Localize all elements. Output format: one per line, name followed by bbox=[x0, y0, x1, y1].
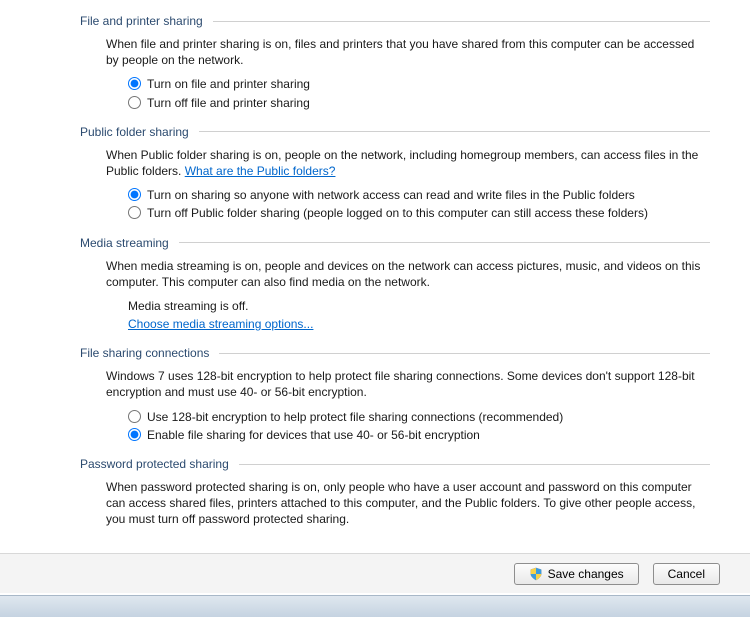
section-description: Windows 7 uses 128-bit encryption to hel… bbox=[106, 368, 710, 400]
section-password-protected-sharing: Password protected sharing When password… bbox=[80, 457, 710, 528]
section-title: Media streaming bbox=[80, 236, 169, 250]
section-heading: File sharing connections bbox=[80, 346, 710, 360]
radio-label[interactable]: Use 128-bit encryption to help protect f… bbox=[147, 409, 563, 425]
radio-label[interactable]: Turn off Public folder sharing (people l… bbox=[147, 205, 648, 221]
section-description: When password protected sharing is on, o… bbox=[106, 479, 710, 528]
radio-label[interactable]: Enable file sharing for devices that use… bbox=[147, 427, 480, 443]
section-heading: Public folder sharing bbox=[80, 125, 710, 139]
radio-public-folder-off[interactable] bbox=[128, 206, 141, 219]
divider bbox=[213, 21, 710, 22]
section-media-streaming: Media streaming When media streaming is … bbox=[80, 236, 710, 333]
link-what-are-public-folders[interactable]: What are the Public folders? bbox=[185, 164, 336, 178]
media-streaming-status: Media streaming is off. bbox=[128, 298, 710, 314]
section-title: Public folder sharing bbox=[80, 125, 189, 139]
radio-label[interactable]: Turn on file and printer sharing bbox=[147, 76, 310, 92]
section-description: When file and printer sharing is on, fil… bbox=[106, 36, 710, 68]
button-bar: Save changes Cancel bbox=[0, 553, 750, 593]
cancel-button[interactable]: Cancel bbox=[653, 563, 720, 585]
radio-file-printer-off[interactable] bbox=[128, 96, 141, 109]
section-file-printer-sharing: File and printer sharing When file and p… bbox=[80, 14, 710, 111]
button-label: Cancel bbox=[668, 567, 705, 581]
radio-encryption-128[interactable] bbox=[128, 410, 141, 423]
radio-file-printer-on[interactable] bbox=[128, 77, 141, 90]
uac-shield-icon bbox=[529, 567, 543, 581]
section-file-sharing-connections: File sharing connections Windows 7 uses … bbox=[80, 346, 710, 443]
button-label: Save changes bbox=[548, 567, 624, 581]
advanced-sharing-settings: File and printer sharing When file and p… bbox=[0, 0, 750, 528]
divider bbox=[199, 131, 710, 132]
section-heading: Media streaming bbox=[80, 236, 710, 250]
divider bbox=[239, 464, 710, 465]
radio-encryption-4056[interactable] bbox=[128, 428, 141, 441]
divider bbox=[179, 242, 710, 243]
radio-label[interactable]: Turn off file and printer sharing bbox=[147, 95, 310, 111]
section-title: Password protected sharing bbox=[80, 457, 229, 471]
section-description: When Public folder sharing is on, people… bbox=[106, 147, 710, 179]
radio-public-folder-on[interactable] bbox=[128, 188, 141, 201]
section-description: When media streaming is on, people and d… bbox=[106, 258, 710, 290]
divider bbox=[219, 353, 710, 354]
taskbar-edge bbox=[0, 595, 750, 617]
section-title: File sharing connections bbox=[80, 346, 209, 360]
section-heading: File and printer sharing bbox=[80, 14, 710, 28]
section-public-folder-sharing: Public folder sharing When Public folder… bbox=[80, 125, 710, 222]
save-changes-button[interactable]: Save changes bbox=[514, 563, 639, 585]
radio-label[interactable]: Turn on sharing so anyone with network a… bbox=[147, 187, 635, 203]
link-choose-media-streaming-options[interactable]: Choose media streaming options... bbox=[128, 317, 313, 331]
section-title: File and printer sharing bbox=[80, 14, 203, 28]
section-heading: Password protected sharing bbox=[80, 457, 710, 471]
